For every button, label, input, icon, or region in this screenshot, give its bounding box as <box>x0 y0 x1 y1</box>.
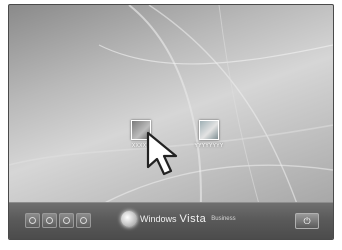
accessibility-icon <box>46 217 53 224</box>
accessibility-icon <box>80 217 87 224</box>
ease-of-access-group <box>25 213 91 228</box>
mouse-cursor-icon <box>146 131 178 176</box>
accessibility-icon <box>63 217 70 224</box>
ease-of-access-button[interactable] <box>25 213 40 228</box>
robot-icon <box>199 120 219 140</box>
ease-of-access-button[interactable] <box>42 213 57 228</box>
ease-of-access-button[interactable] <box>76 213 91 228</box>
windows-vista-branding: Windows Vista Business <box>121 211 236 227</box>
brand-windows: Windows <box>140 214 177 224</box>
user-name: YYYYYYYY <box>194 143 224 149</box>
login-screen: XXXXX YYYYYYYY Windows Vista Business ⏻ <box>8 4 334 240</box>
accessibility-icon <box>29 217 36 224</box>
windows-logo-icon <box>121 211 137 227</box>
user-tile-yyyyyyyy[interactable]: YYYYYYYY <box>187 120 231 149</box>
brand-edition: Business <box>211 216 236 222</box>
bottom-bar: Windows Vista Business ⏻ <box>9 202 333 239</box>
brand-vista: Vista <box>179 213 207 225</box>
power-icon: ⏻ <box>303 216 311 226</box>
power-button[interactable]: ⏻ <box>295 213 319 229</box>
ease-of-access-button[interactable] <box>59 213 74 228</box>
